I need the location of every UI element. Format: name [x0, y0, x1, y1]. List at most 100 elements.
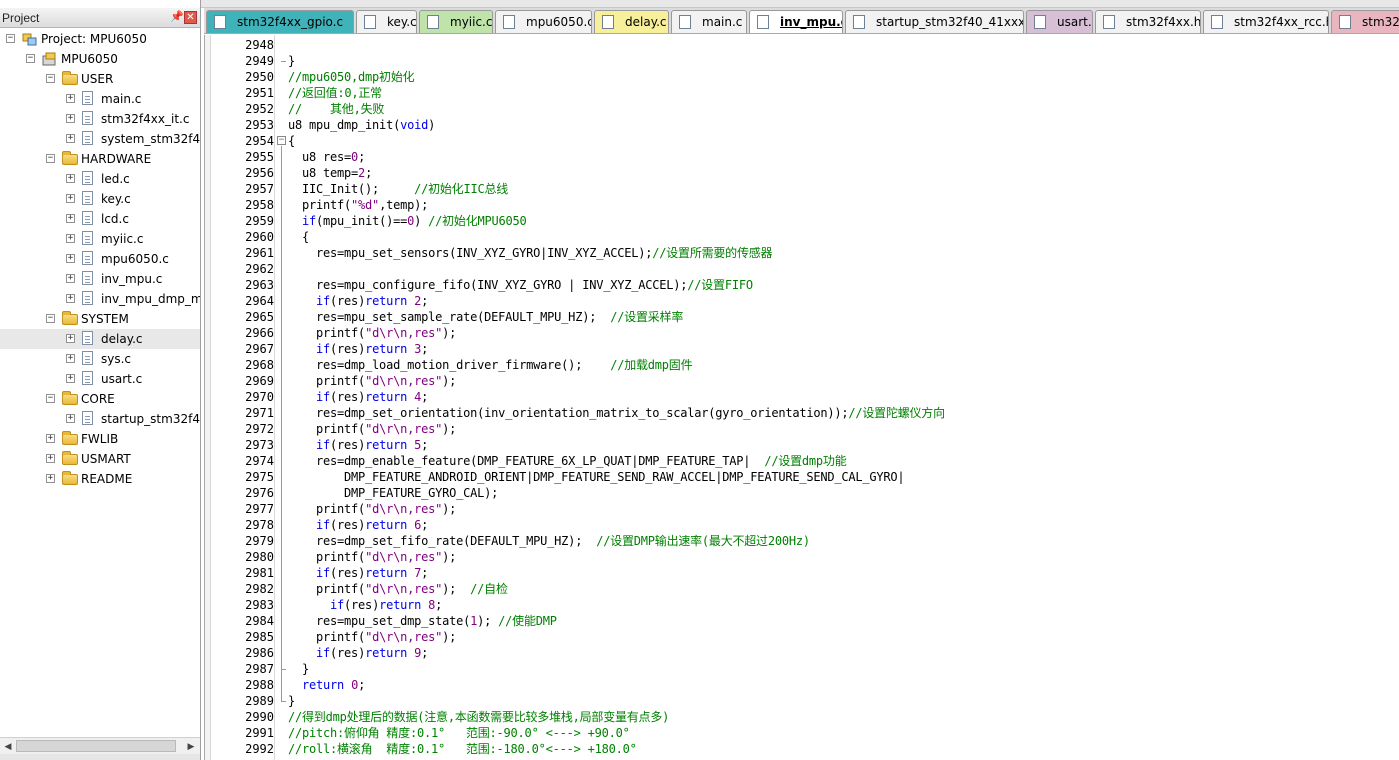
tab-mpu6050-c[interactable]: mpu6050.c: [495, 10, 592, 33]
tree-file-item[interactable]: + inv_mpu.c: [0, 269, 200, 289]
tree-file-item[interactable]: + usart.c: [0, 369, 200, 389]
tab-key-c[interactable]: key.c: [356, 10, 417, 33]
code-line[interactable]: printf("d\r\n,res");: [288, 325, 456, 341]
code-line[interactable]: printf("%d",temp);: [288, 197, 428, 213]
code-line[interactable]: if(mpu_init()==0) //初始化MPU6050: [288, 213, 527, 229]
code-line[interactable]: printf("d\r\n,res");: [288, 501, 456, 517]
tree-folder-item[interactable]: − USER: [0, 69, 200, 89]
code-line[interactable]: if(res)return 5;: [288, 437, 428, 453]
code-line[interactable]: if(res)return 6;: [288, 517, 428, 533]
tree-file-item[interactable]: + mpu6050.c: [0, 249, 200, 269]
expand-icon[interactable]: +: [66, 114, 75, 123]
code-line[interactable]: printf("d\r\n,res"); //自检: [288, 581, 508, 597]
code-line[interactable]: res=dmp_set_fifo_rate(DEFAULT_MPU_HZ); /…: [288, 533, 810, 549]
code-line[interactable]: u8 mpu_dmp_init(void): [288, 117, 435, 133]
code-line[interactable]: //roll:横滚角 精度:0.1° 范围:-180.0°<---> +180.…: [288, 741, 637, 757]
code-line[interactable]: return 0;: [288, 677, 365, 693]
code-line[interactable]: printf("d\r\n,res");: [288, 421, 456, 437]
code-line[interactable]: res=mpu_set_dmp_state(1); //使能DMP: [288, 613, 557, 629]
code-line[interactable]: IIC_Init(); //初始化IIC总线: [288, 181, 508, 197]
tree-file-item[interactable]: + lcd.c: [0, 209, 200, 229]
expand-icon[interactable]: +: [66, 194, 75, 203]
tree-file-item[interactable]: + main.c: [0, 89, 200, 109]
code-editor[interactable]: 2948 2949 2950 2951 2952 2953 2954 2955 2956 2957…: [204, 35, 1399, 760]
tree-target-item[interactable]: − MPU6050: [0, 49, 200, 69]
tree-file-item[interactable]: + myiic.c: [0, 229, 200, 249]
expand-icon[interactable]: +: [66, 234, 75, 243]
tab-main-c[interactable]: main.c: [671, 10, 747, 33]
scroll-left-icon[interactable]: ◀: [1, 740, 15, 753]
collapse-icon[interactable]: −: [46, 154, 55, 163]
tab-stm32f4xx-rcc-h[interactable]: stm32f4xx_rcc.h: [1203, 10, 1329, 33]
tab-inv-mpu-c[interactable]: inv_mpu.c: [749, 10, 843, 33]
expand-icon[interactable]: +: [46, 474, 55, 483]
expand-icon[interactable]: +: [66, 214, 75, 223]
expand-icon[interactable]: +: [66, 334, 75, 343]
code-line[interactable]: //返回值:0,正常: [288, 85, 382, 101]
collapse-icon[interactable]: −: [46, 314, 55, 323]
code-line[interactable]: if(res)return 3;: [288, 341, 428, 357]
expand-icon[interactable]: +: [66, 374, 75, 383]
tree-folder-item[interactable]: + README: [0, 469, 200, 489]
tab-stm32f4xx-h[interactable]: stm32f4xx.h: [1095, 10, 1201, 33]
tree-folder-item[interactable]: − CORE: [0, 389, 200, 409]
tree-folder-item[interactable]: + FWLIB: [0, 429, 200, 449]
code-line[interactable]: {: [288, 229, 309, 245]
tree-folder-item[interactable]: + USMART: [0, 449, 200, 469]
tree-file-item[interactable]: + inv_mpu_dmp_mo: [0, 289, 200, 309]
code-line[interactable]: //pitch:俯仰角 精度:0.1° 范围:-90.0° <---> +90.…: [288, 725, 630, 741]
tree-file-item[interactable]: + led.c: [0, 169, 200, 189]
expand-icon[interactable]: +: [66, 414, 75, 423]
code-line[interactable]: u8 temp=2;: [288, 165, 372, 181]
tree-project-item[interactable]: − Project: MPU6050: [0, 29, 200, 49]
expand-icon[interactable]: +: [66, 294, 75, 303]
code-line[interactable]: if(res)return 7;: [288, 565, 428, 581]
code-area[interactable]: } //mpu6050,dmp初始化//返回值:0,正常// 其他,失败 u8 mp…: [288, 35, 1398, 760]
tab-delay-c[interactable]: delay.c: [594, 10, 669, 33]
code-line[interactable]: printf("d\r\n,res");: [288, 373, 456, 389]
tree-folder-item[interactable]: − HARDWARE: [0, 149, 200, 169]
tree-file-item[interactable]: + startup_stm32f40_4: [0, 409, 200, 429]
code-line[interactable]: res=mpu_set_sensors(INV_XYZ_GYRO|INV_XYZ…: [288, 245, 772, 261]
tree-file-item[interactable]: + key.c: [0, 189, 200, 209]
code-line[interactable]: }: [288, 661, 309, 677]
close-icon[interactable]: ✕: [184, 11, 197, 24]
code-line[interactable]: u8 res=0;: [288, 149, 365, 165]
tree-file-item[interactable]: + stm32f4xx_it.c: [0, 109, 200, 129]
code-line[interactable]: }: [288, 693, 295, 709]
code-line[interactable]: res=dmp_set_orientation(inv_orientation_…: [288, 405, 945, 421]
code-line[interactable]: if(res)return 9;: [288, 645, 428, 661]
expand-icon[interactable]: +: [66, 354, 75, 363]
code-line[interactable]: printf("d\r\n,res");: [288, 549, 456, 565]
collapse-icon[interactable]: −: [26, 54, 35, 63]
code-line[interactable]: printf("d\r\n,res");: [288, 629, 456, 645]
horizontal-scrollbar[interactable]: ◀ ▶: [0, 737, 200, 754]
expand-icon[interactable]: +: [46, 454, 55, 463]
code-line[interactable]: if(res)return 2;: [288, 293, 428, 309]
collapse-icon[interactable]: −: [46, 394, 55, 403]
expand-icon[interactable]: +: [66, 254, 75, 263]
tree-folder-item[interactable]: − SYSTEM: [0, 309, 200, 329]
scroll-right-icon[interactable]: ▶: [184, 740, 198, 753]
code-line[interactable]: //mpu6050,dmp初始化: [288, 69, 415, 85]
code-line[interactable]: res=dmp_load_motion_driver_firmware(); /…: [288, 357, 693, 373]
tree-file-item[interactable]: + delay.c: [0, 329, 200, 349]
code-line[interactable]: res=dmp_enable_feature(DMP_FEATURE_6X_LP…: [288, 453, 847, 469]
code-line[interactable]: res=mpu_configure_fifo(INV_XYZ_GYRO | IN…: [288, 277, 753, 293]
tab-myiic-c[interactable]: myiic.c: [419, 10, 493, 33]
tree-file-item[interactable]: + system_stm32f4xx.: [0, 129, 200, 149]
code-line[interactable]: DMP_FEATURE_ANDROID_ORIENT|DMP_FEATURE_S…: [288, 469, 905, 485]
expand-icon[interactable]: +: [66, 274, 75, 283]
tab-stm32f4xx-gpio-c[interactable]: stm32f4xx_gpio.c: [206, 10, 354, 33]
expand-icon[interactable]: +: [66, 134, 75, 143]
scrollbar-thumb[interactable]: [16, 740, 176, 752]
pin-icon[interactable]: 📌: [170, 10, 184, 23]
collapse-icon[interactable]: −: [46, 74, 55, 83]
expand-icon[interactable]: +: [46, 434, 55, 443]
tab-usart-c[interactable]: usart.c: [1026, 10, 1093, 33]
code-line[interactable]: DMP_FEATURE_GYRO_CAL);: [288, 485, 498, 501]
expand-icon[interactable]: +: [66, 94, 75, 103]
code-line[interactable]: if(res)return 4;: [288, 389, 428, 405]
code-line[interactable]: // 其他,失败: [288, 101, 384, 117]
tree-file-item[interactable]: + sys.c: [0, 349, 200, 369]
